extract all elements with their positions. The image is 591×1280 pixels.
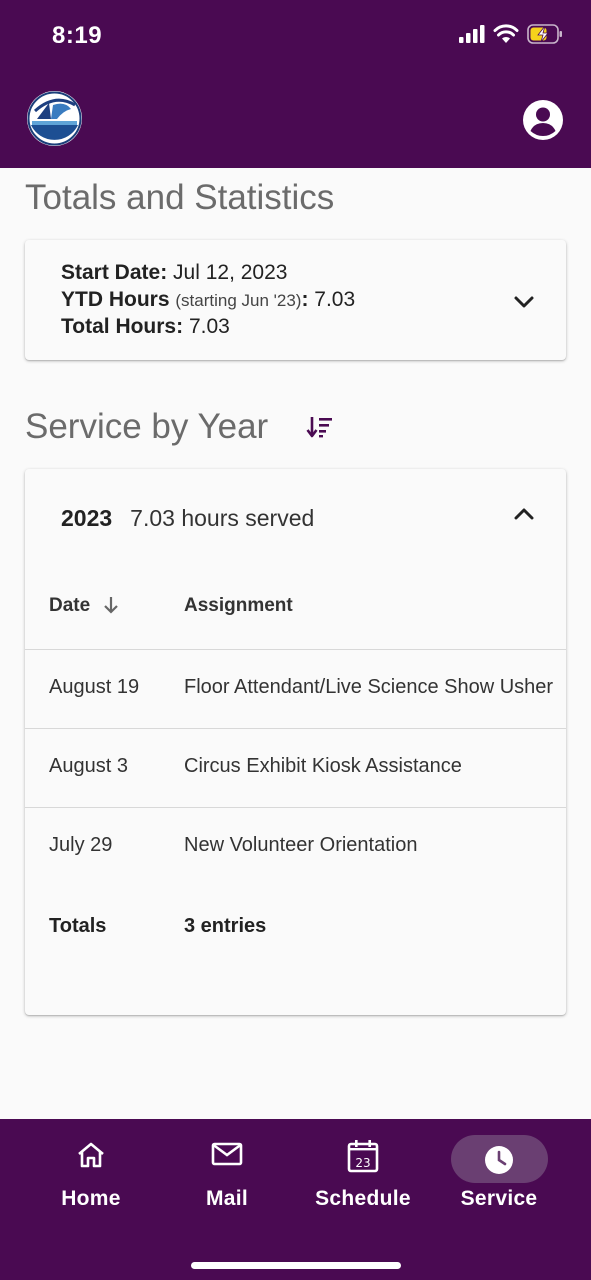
ytd-hours-colon: :: [301, 288, 309, 311]
service-section-title: Service by Year: [25, 407, 269, 446]
mail-icon: [211, 1142, 243, 1166]
start-date-label: Start Date:: [61, 261, 168, 284]
row-assignment: Floor Attendant/Live Science Show Usher: [184, 676, 554, 698]
status-time: 8:19: [52, 22, 103, 49]
start-date-value: Jul 12, 2023: [173, 261, 288, 284]
table-row[interactable]: July 29 New Volunteer Orientation: [25, 807, 566, 885]
nav-mail-label: Mail: [205, 1187, 249, 1210]
org-logo-icon[interactable]: [27, 91, 82, 146]
top-app-bar: 8:19: [0, 0, 591, 168]
clock-icon: [485, 1146, 513, 1174]
home-icon: [78, 1142, 104, 1168]
row-date: August 3: [49, 755, 128, 777]
bottom-navigation: Home Mail 23 Schedule Service: [0, 1119, 591, 1280]
nav-home[interactable]: Home: [31, 1119, 151, 1219]
total-hours-label: Total Hours:: [61, 315, 184, 338]
table-row[interactable]: August 19 Floor Attendant/Live Science S…: [25, 649, 566, 727]
row-assignment: Circus Exhibit Kiosk Assistance: [184, 755, 462, 777]
arrow-down-icon: [104, 597, 119, 614]
total-hours-value: 7.03: [188, 315, 230, 338]
nav-schedule-label: Schedule: [315, 1187, 411, 1210]
start-date-line: Start Date: Jul 12, 2023: [61, 261, 287, 285]
row-date: August 19: [49, 676, 140, 698]
ytd-hours-label: YTD Hours: [61, 288, 170, 311]
nav-service[interactable]: Service: [439, 1119, 559, 1219]
home-indicator[interactable]: [191, 1262, 401, 1269]
date-column-header[interactable]: Date: [49, 595, 119, 617]
date-column-label: Date: [49, 595, 91, 616]
row-date: July 29: [49, 834, 113, 856]
sort-descending-icon[interactable]: [306, 415, 334, 439]
account-circle-icon[interactable]: [522, 99, 564, 141]
status-icons: [459, 24, 563, 44]
nav-mail[interactable]: Mail: [167, 1119, 287, 1219]
battery-charging-icon: [527, 24, 562, 44]
chevron-up-icon[interactable]: [513, 507, 535, 521]
totals-section-title: Totals and Statistics: [25, 178, 335, 217]
calendar-icon: 23: [347, 1140, 379, 1173]
year-header[interactable]: 2023 7.03 hours served: [61, 505, 314, 532]
total-hours-line: Total Hours: 7.03: [61, 315, 230, 339]
totals-label: Totals: [49, 915, 107, 937]
year-2023-card: 2023 7.03 hours served Date Assignment Au…: [25, 469, 566, 1015]
row-assignment: New Volunteer Orientation: [184, 834, 418, 856]
calendar-day-text: 23: [355, 1156, 370, 1170]
totals-card[interactable]: Start Date: Jul 12, 2023 YTD Hours (star…: [25, 240, 566, 360]
cellular-signal-icon: [459, 25, 485, 43]
ytd-hours-value: 7.03: [314, 288, 356, 311]
nav-schedule[interactable]: 23 Schedule: [303, 1119, 423, 1219]
ytd-hours-note: (starting Jun '23): [175, 291, 302, 310]
chevron-down-icon[interactable]: [513, 295, 535, 309]
year-label: 2023: [61, 505, 113, 531]
table-row[interactable]: August 3 Circus Exhibit Kiosk Assistance: [25, 728, 566, 806]
wifi-icon: [493, 24, 519, 43]
assignment-column-header[interactable]: Assignment: [184, 595, 293, 617]
ytd-hours-line: YTD Hours (starting Jun '23): 7.03: [61, 288, 355, 312]
hours-served: 7.03 hours served: [130, 505, 315, 531]
nav-home-label: Home: [61, 1187, 121, 1210]
nav-service-label: Service: [460, 1187, 538, 1210]
totals-value: 3 entries: [184, 915, 267, 937]
